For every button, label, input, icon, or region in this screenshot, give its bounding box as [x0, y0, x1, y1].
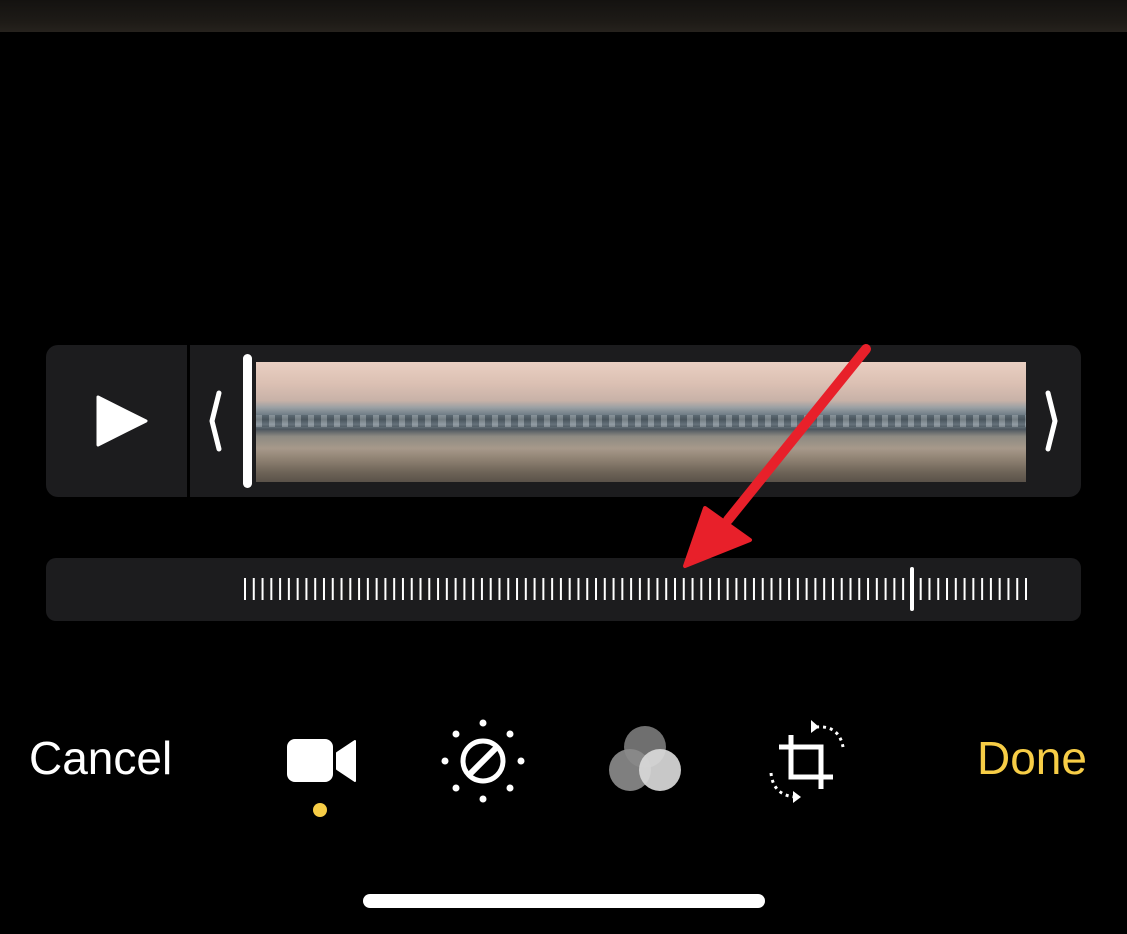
play-button[interactable] [94, 393, 150, 449]
filters-tool-button[interactable] [599, 715, 691, 807]
filmstrip[interactable] [256, 362, 1026, 482]
done-button[interactable]: Done [977, 730, 1087, 786]
active-tool-indicator [313, 803, 327, 817]
filters-circles-icon [609, 726, 681, 791]
filmstrip-frame [830, 362, 1026, 482]
crop-tool-button[interactable] [761, 715, 853, 807]
filmstrip-frame [256, 362, 440, 482]
video-preview-edge [0, 0, 1127, 32]
trimmer-divider [187, 345, 190, 497]
filmstrip-frame [635, 362, 830, 482]
play-area [46, 345, 187, 497]
filmstrip-frame [440, 362, 635, 482]
play-icon [96, 395, 148, 447]
video-trimmer [46, 345, 1081, 497]
video-camera-icon [287, 739, 356, 782]
cancel-button[interactable]: Cancel [29, 730, 172, 786]
frame-scrubber[interactable] [46, 558, 1081, 621]
playhead[interactable] [243, 354, 252, 488]
trim-handle-right[interactable] [1039, 387, 1063, 455]
adjust-dial-icon [441, 719, 525, 803]
trim-handle-left[interactable] [204, 387, 228, 455]
scrubber-marker[interactable] [910, 567, 914, 611]
video-tool-button[interactable] [275, 715, 367, 807]
video-editor-screen: Cancel Done [0, 0, 1127, 934]
home-indicator[interactable] [363, 894, 765, 908]
chevron-right-icon [1045, 390, 1058, 452]
crop-rotate-icon [769, 720, 845, 803]
chevron-left-icon [209, 390, 222, 452]
adjust-tool-button[interactable] [437, 715, 529, 807]
